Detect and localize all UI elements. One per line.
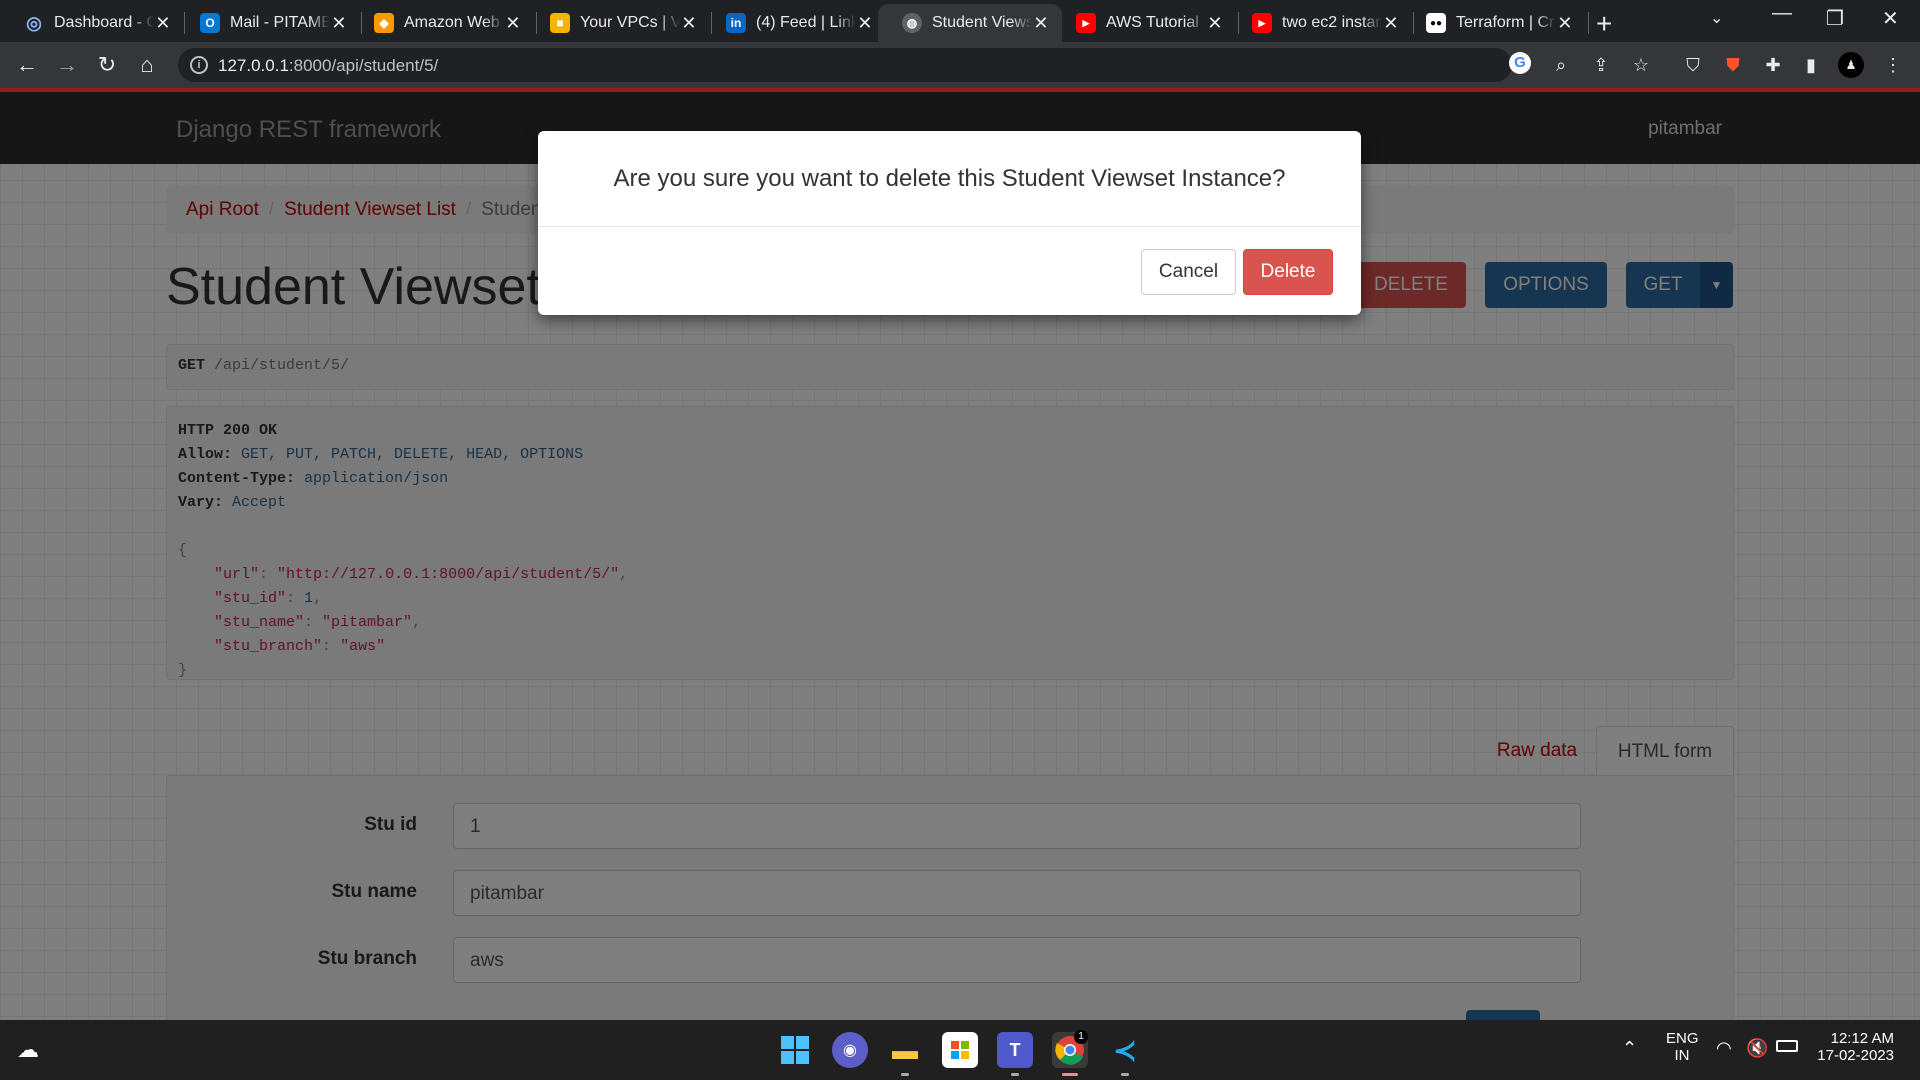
browser-toolbar: ← → ↻ ⌂ i 127.0.0.1:8000/api/student/5/ … [0,42,1920,88]
bookmark-star-icon[interactable]: ☆ [1628,52,1654,78]
globe-icon: ◍ [902,13,922,33]
running-indicator [1011,1073,1019,1076]
chat-icon[interactable]: ◉ [832,1032,868,1068]
browser-tab[interactable]: ◎ Dashboard - C ✕ [0,4,184,42]
medium-icon: ●● [1426,13,1446,33]
minimize-icon[interactable]: — [1772,2,1792,25]
browser-tabstrip: ◎ Dashboard - C ✕ O Mail - PITAMB ✕ ◆ Am… [0,0,1920,42]
outlook-icon: O [200,13,220,33]
chrome-profile-badge: 1 [1074,1030,1088,1044]
shield-extension-icon[interactable]: ⛉ [1680,52,1706,78]
youtube-icon: ▶ [1252,13,1272,33]
youtube-icon: ▶ [1076,13,1096,33]
zoom-icon[interactable]: ⌕ [1548,52,1574,78]
extensions-puzzle-icon[interactable]: ✚ [1760,52,1786,78]
tab-search-chevron-icon[interactable]: ⌄ [1710,8,1723,28]
settings-globe-icon: ◎ [26,12,42,33]
restore-icon[interactable]: ❐ [1826,6,1844,31]
google-lens-icon[interactable]: G [1509,52,1531,74]
menu-kebab-icon[interactable]: ⋮ [1880,52,1906,78]
weather-icon[interactable]: ☁ [10,1032,46,1068]
windows-start-icon[interactable] [777,1032,813,1068]
aws-cube-icon: ◆ [374,13,394,33]
tray-chevron-icon[interactable]: ⌃ [1622,1038,1637,1059]
side-panel-icon[interactable]: ▮ [1798,52,1824,78]
close-tab-icon[interactable]: ✕ [1206,13,1224,34]
browser-tab[interactable]: ▶ AWS Tutorial ✕ [1052,4,1236,42]
url-text[interactable]: 127.0.0.1:8000/api/student/5/ [218,56,438,76]
running-indicator [1121,1073,1129,1076]
close-tab-icon[interactable]: ✕ [1032,13,1050,34]
delete-confirm-modal: Are you sure you want to delete this Stu… [538,131,1361,315]
brave-extension-icon[interactable]: ⛊ [1720,52,1746,78]
reload-icon[interactable]: ↻ [92,50,122,80]
volume-muted-icon[interactable]: 🔇 [1746,1038,1768,1059]
tab-separator [1588,12,1589,34]
language-indicator[interactable]: ENG IN [1666,1030,1699,1064]
forward-arrow-icon[interactable]: → [52,50,82,80]
close-tab-icon[interactable]: ✕ [1382,13,1400,34]
aws-box-icon: ■ [550,13,570,33]
running-indicator [901,1073,909,1076]
close-tab-icon[interactable]: ✕ [154,13,172,34]
taskbar: ☁ ◉ ▬ T 1 ≺ ⌃ ENG IN ◠ 🔇 12:12 AM 17-02-20… [0,1020,1920,1080]
back-arrow-icon[interactable]: ← [12,50,42,80]
close-window-icon[interactable]: ✕ [1882,6,1899,31]
modal-message: Are you sure you want to delete this Stu… [538,131,1361,227]
home-icon[interactable]: ⌂ [132,50,162,80]
close-tab-icon[interactable]: ✕ [856,13,874,34]
wifi-icon[interactable]: ◠ [1716,1038,1732,1059]
store-icon[interactable] [942,1032,978,1068]
vscode-icon[interactable]: ≺ [1107,1032,1143,1068]
new-tab-plus-icon[interactable]: + [1596,8,1612,40]
close-tab-icon[interactable]: ✕ [330,13,348,34]
file-explorer-icon[interactable]: ▬ [887,1032,923,1068]
close-tab-icon[interactable]: ✕ [680,13,698,34]
battery-icon[interactable] [1776,1040,1798,1052]
browser-tab-active[interactable]: ◍ Student Views ✕ [878,4,1062,42]
clock[interactable]: 12:12 AM 17-02-2023 [1814,1030,1894,1064]
confirm-delete-button[interactable]: Delete [1243,249,1333,295]
browser-tab[interactable]: ◆ Amazon Web ✕ [350,4,534,42]
browser-tab[interactable]: O Mail - PITAMB ✕ [176,4,360,42]
browser-tab[interactable]: ●● Terraform | Cr ✕ [1402,4,1586,42]
profile-avatar-icon[interactable]: ♟ [1838,52,1864,78]
linkedin-icon: in [726,13,746,33]
cancel-button[interactable]: Cancel [1141,249,1236,295]
share-icon[interactable]: ⇪ [1588,52,1614,78]
close-tab-icon[interactable]: ✕ [1556,13,1574,34]
browser-tab[interactable]: ▶ two ec2 instan ✕ [1228,4,1412,42]
address-bar[interactable]: i 127.0.0.1:8000/api/student/5/ [178,48,1512,82]
active-indicator [1062,1073,1078,1076]
browser-tab[interactable]: ■ Your VPCs | VP ✕ [526,4,710,42]
browser-tab[interactable]: in (4) Feed | Link ✕ [702,4,886,42]
teams-icon[interactable]: T [997,1032,1033,1068]
close-tab-icon[interactable]: ✕ [504,13,522,34]
site-info-icon[interactable]: i [190,56,208,74]
